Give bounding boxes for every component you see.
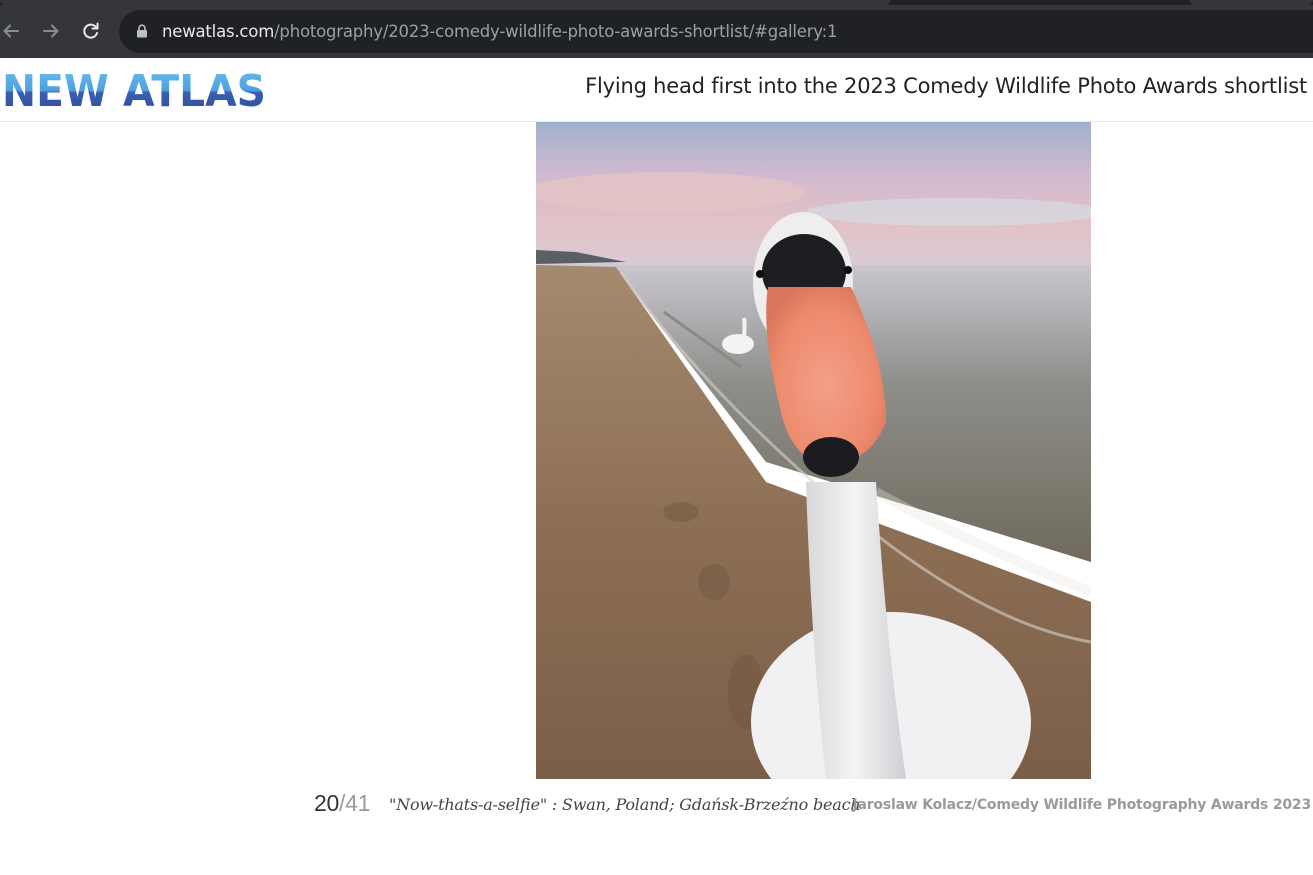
arrow-right-icon — [43, 24, 59, 38]
current-index: 20 — [314, 790, 339, 816]
image-credit: Jaroslaw Kolacz/Comedy Wildlife Photogra… — [852, 797, 1311, 813]
logo-text: NEW ATLAS — [2, 66, 266, 112]
site-header: NEW ATLAS Flying head first into the 202… — [0, 58, 1313, 122]
url-path: /photography/2023-comedy-wildlife-photo-… — [274, 22, 838, 41]
article-title[interactable]: Flying head first into the 2023 Comedy W… — [585, 74, 1307, 98]
lock-icon[interactable] — [136, 24, 148, 38]
browser-toolbar: newatlas.com/photography/2023-comedy-wil… — [0, 5, 1313, 58]
image-caption: "Now-thats-a-selfie" : Swan, Poland; Gda… — [389, 795, 861, 814]
back-button[interactable] — [0, 18, 24, 44]
swan-photo-illustration — [536, 122, 1091, 779]
url-text[interactable]: newatlas.com/photography/2023-comedy-wil… — [162, 22, 838, 41]
total-count: 41 — [345, 790, 371, 816]
gallery-image[interactable] — [536, 122, 1091, 779]
url-host: newatlas.com — [162, 22, 275, 41]
address-bar[interactable]: newatlas.com/photography/2023-comedy-wil… — [119, 10, 1313, 53]
forward-button[interactable] — [38, 18, 64, 44]
reload-icon — [83, 22, 99, 39]
gallery-counter: 20/41 — [314, 790, 370, 817]
reload-button[interactable] — [78, 18, 104, 44]
new-atlas-logo[interactable]: NEW ATLAS — [2, 64, 268, 112]
arrow-left-icon — [3, 24, 19, 38]
